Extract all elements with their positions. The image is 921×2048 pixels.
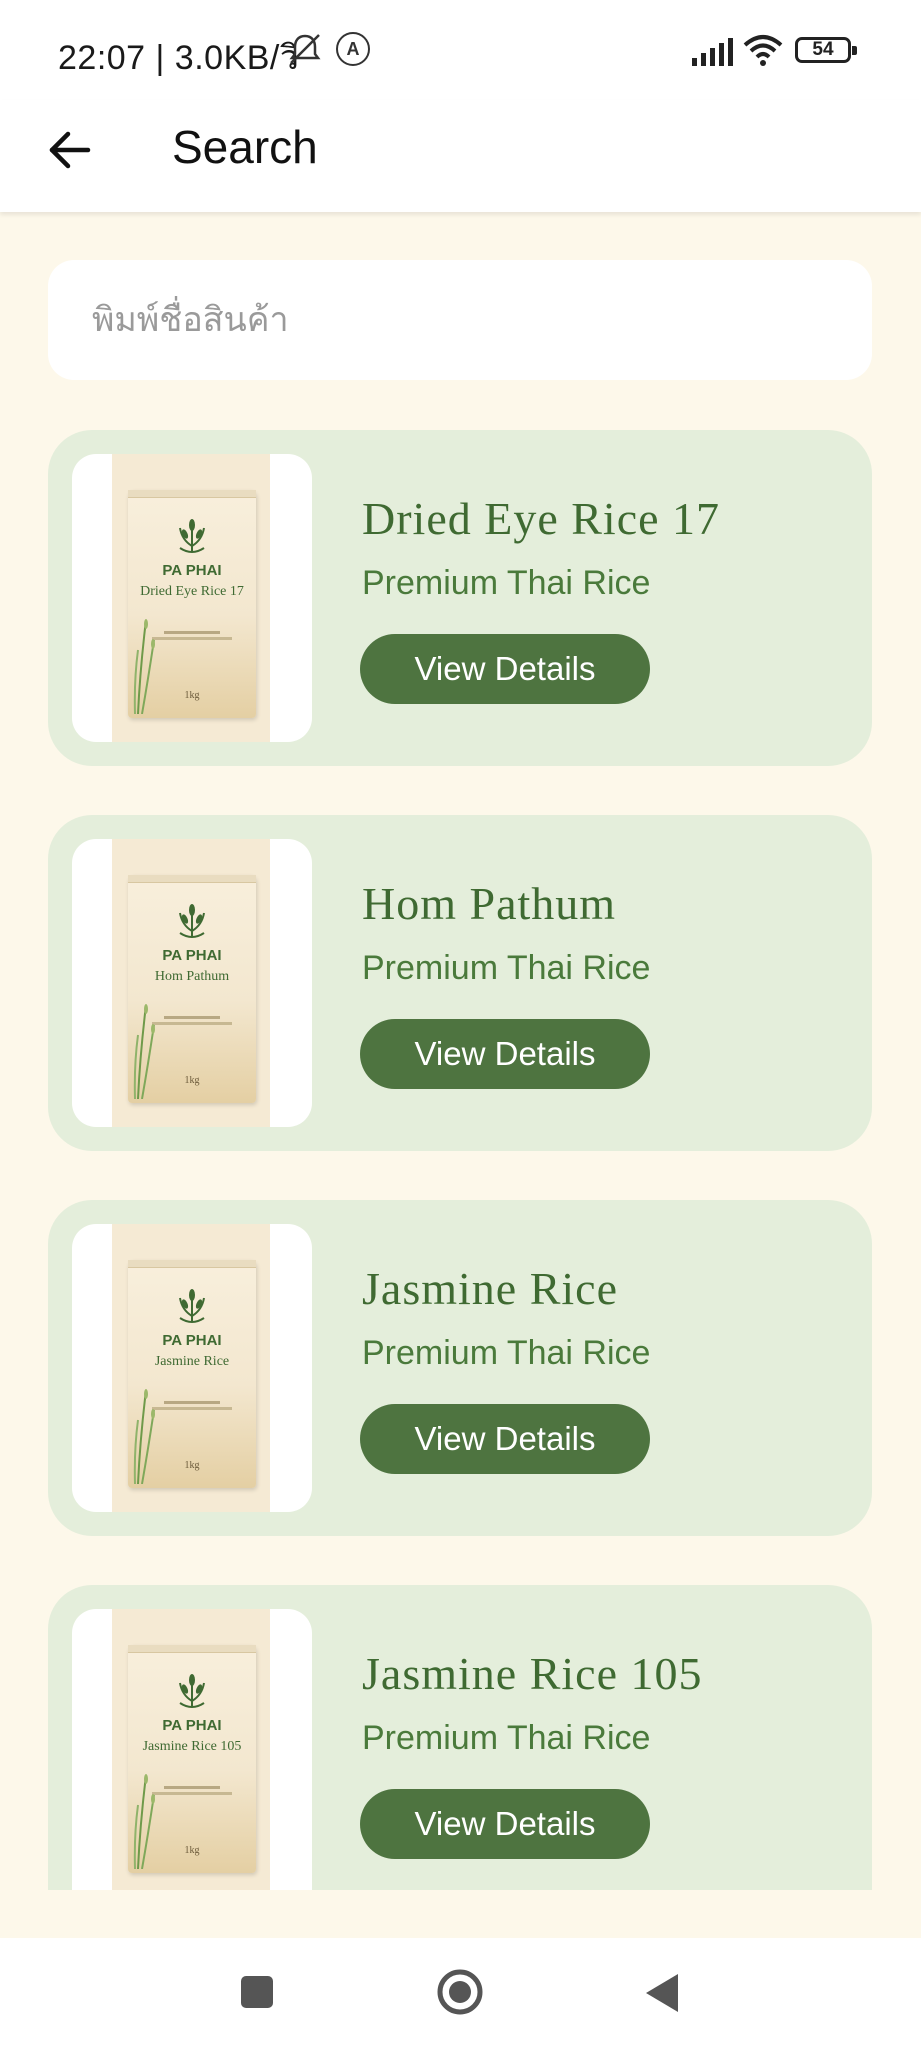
product-subtitle: Premium Thai Rice: [362, 949, 651, 987]
rice-bag-name: Jasmine Rice: [154, 1354, 230, 1369]
product-subtitle: Premium Thai Rice: [362, 1334, 651, 1372]
notifications-off-icon: [289, 34, 321, 64]
rice-bag-seal: [128, 875, 256, 883]
battery-indicator: 54: [795, 37, 857, 63]
rice-bag-name: Hom Pathum: [154, 969, 230, 984]
rice-sprig-logo-icon: [179, 519, 205, 553]
wifi-icon: [743, 35, 783, 66]
product-image[interactable]: PA PHAI Hom Pathum 1kg: [72, 839, 312, 1127]
rice-bag-weight: 1kg: [184, 1075, 200, 1086]
signal-icon: [692, 38, 733, 66]
rice-bag-brand: PA PHAI: [162, 947, 222, 964]
view-details-button[interactable]: View Details: [360, 1789, 650, 1859]
status-time-speed: 22:07 | 3.0KB/วิ: [58, 39, 300, 77]
rice-bag-brand: PA PHAI: [162, 1717, 222, 1734]
rice-sprig-logo-icon: [179, 1289, 205, 1323]
rice-bag-illustration: PA PHAI Jasmine Rice 1kg: [128, 1260, 256, 1488]
product-subtitle: Premium Thai Rice: [362, 1719, 651, 1757]
rice-bag-brand: PA PHAI: [162, 1332, 222, 1349]
rice-bag-illustration: PA PHAI Hom Pathum 1kg: [128, 875, 256, 1103]
view-details-button[interactable]: View Details: [360, 1404, 650, 1474]
rice-bag-illustration: PA PHAI Dried Eye Rice 17 1kg: [128, 490, 256, 718]
rice-bag-weight: 1kg: [184, 1845, 200, 1856]
rice-sprig-logo-icon: [179, 904, 205, 938]
product-card: PA PHAI Jasmine Rice 1kg Jasmine Rice Pr…: [48, 1200, 872, 1536]
accessibility-badge-icon: A: [336, 32, 370, 66]
product-subtitle: Premium Thai Rice: [362, 564, 651, 602]
product-image[interactable]: PA PHAI Jasmine Rice 1kg: [72, 1224, 312, 1512]
status-bar: 22:07 | 3.0KB/วิ A 54: [0, 0, 921, 100]
rice-bag-weight: 1kg: [184, 690, 200, 701]
product-title: Jasmine Rice 105: [362, 1648, 703, 1699]
view-details-button[interactable]: View Details: [360, 634, 650, 704]
product-title: Dried Eye Rice 17: [362, 493, 721, 544]
search-box: [48, 260, 872, 380]
system-navigation-bar: [0, 1938, 921, 2048]
recent-apps-icon[interactable]: [208, 1938, 308, 2048]
rice-bag-seal: [128, 1645, 256, 1653]
rice-bag-weight: 1kg: [184, 1460, 200, 1471]
rice-bag-illustration: PA PHAI Jasmine Rice 105 1kg: [128, 1645, 256, 1873]
product-card: PA PHAI Jasmine Rice 105 1kg Jasmine Ric…: [48, 1585, 872, 1890]
rice-bag-seal: [128, 1260, 256, 1268]
rice-bag-name: Dried Eye Rice 17: [140, 584, 244, 599]
product-card: PA PHAI Dried Eye Rice 17 1kg Dried Eye …: [48, 430, 872, 766]
page-title: Search: [172, 121, 318, 173]
rice-sprig-logo-icon: [179, 1674, 205, 1708]
rice-bag-seal: [128, 490, 256, 498]
product-title: Jasmine Rice: [362, 1263, 618, 1314]
home-icon[interactable]: [410, 1938, 510, 2048]
product-card: PA PHAI Hom Pathum 1kg Hom Pathum Premiu…: [48, 815, 872, 1151]
back-triangle-icon[interactable]: [612, 1938, 712, 2048]
product-title: Hom Pathum: [362, 878, 617, 929]
app-bar: Search: [0, 100, 921, 212]
view-details-button[interactable]: View Details: [360, 1019, 650, 1089]
rice-bag-name: Jasmine Rice 105: [142, 1739, 242, 1754]
product-image[interactable]: PA PHAI Dried Eye Rice 17 1kg: [72, 454, 312, 742]
product-image[interactable]: PA PHAI Jasmine Rice 105 1kg: [72, 1609, 312, 1890]
search-input[interactable]: [92, 260, 832, 380]
arrow-left-icon[interactable]: [44, 124, 96, 176]
rice-bag-brand: PA PHAI: [162, 562, 222, 579]
